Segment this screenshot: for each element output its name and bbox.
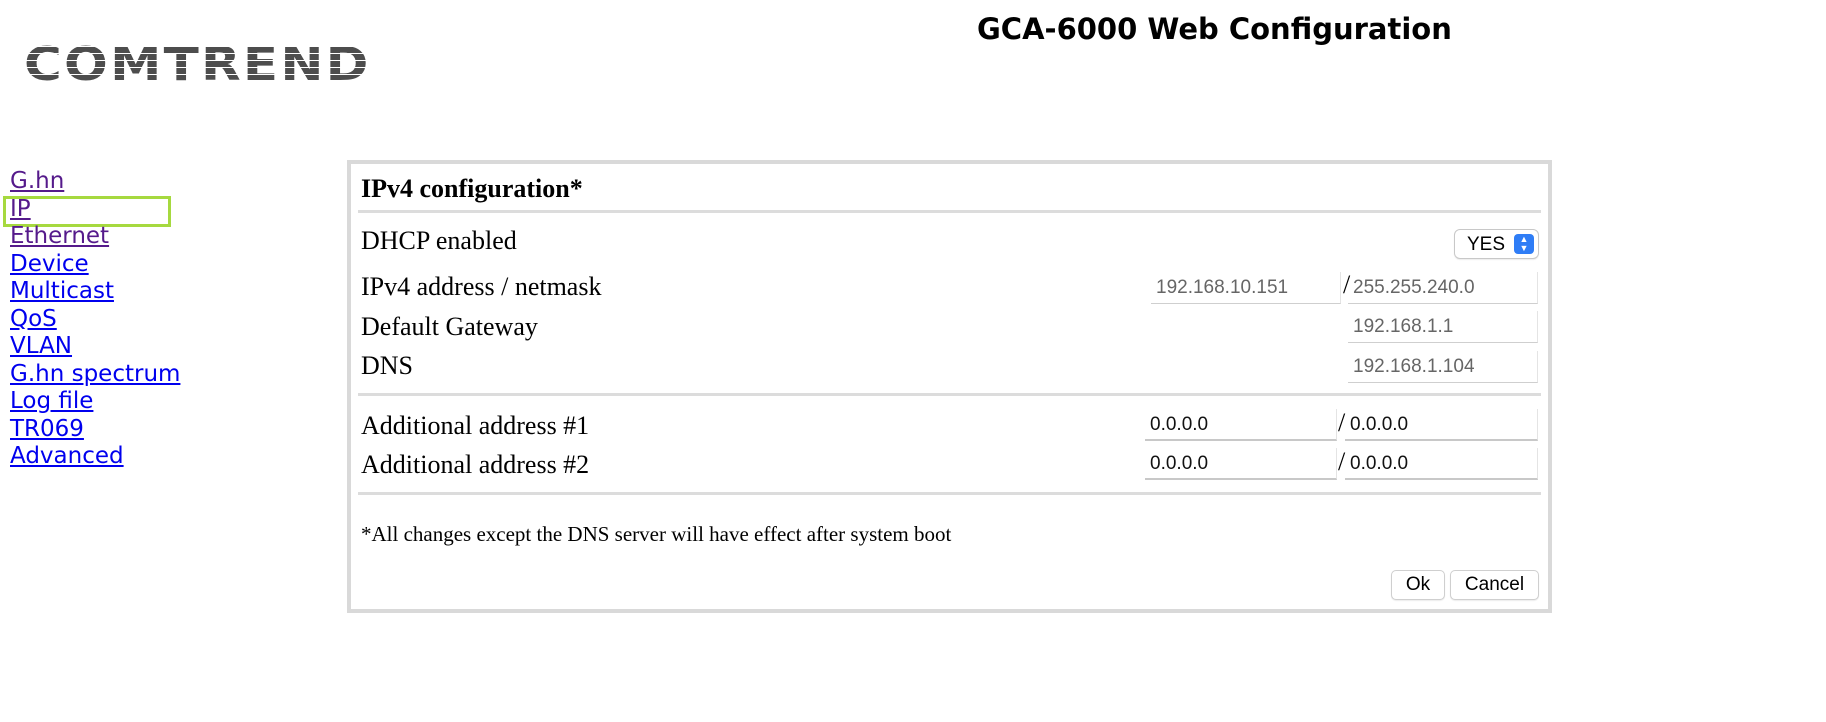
sidebar-nav: G.hn IP Ethernet Device Multicast QoS VL…: [10, 168, 180, 471]
additional-address-1-label: Additional address #1: [361, 411, 590, 440]
dhcp-select[interactable]: YES ▲ ▼: [1454, 229, 1539, 259]
sidebar-item-device[interactable]: Device: [10, 251, 180, 279]
additional-address-2-label: Additional address #2: [361, 450, 590, 479]
dns-field[interactable]: 192.168.1.104: [1348, 351, 1538, 383]
additional-netmask-1-field[interactable]: 0.0.0.0: [1345, 409, 1538, 441]
sidebar-item-qos[interactable]: QoS: [10, 306, 180, 334]
additional-address-1-field[interactable]: 0.0.0.0: [1145, 409, 1337, 441]
additional-netmask-2-field[interactable]: 0.0.0.0: [1345, 448, 1538, 480]
gateway-field[interactable]: 192.168.1.1: [1348, 311, 1538, 343]
select-arrows-icon: ▲ ▼: [1514, 234, 1534, 254]
app-title: GCA-6000 Web Configuration: [977, 12, 1452, 46]
ipv4-config-panel: IPv4 configuration* DHCP enabled YES ▲ ▼ …: [347, 160, 1552, 613]
cancel-button[interactable]: Cancel: [1450, 570, 1539, 600]
ok-button[interactable]: Ok: [1391, 570, 1445, 600]
sidebar-item-tr069[interactable]: TR069: [10, 416, 180, 444]
divider: [358, 393, 1541, 396]
panel-title: IPv4 configuration*: [361, 174, 583, 203]
ipv4-netmask-field[interactable]: 255.255.240.0: [1348, 272, 1538, 304]
dns-label: DNS: [361, 351, 414, 380]
sidebar-item-ghn[interactable]: G.hn: [10, 168, 180, 196]
comtrend-logo: COMTREND: [24, 37, 371, 91]
gateway-label: Default Gateway: [361, 312, 538, 341]
sidebar-item-ethernet[interactable]: Ethernet: [10, 223, 180, 251]
sidebar-item-multicast[interactable]: Multicast: [10, 278, 180, 306]
sidebar-item-advanced[interactable]: Advanced: [10, 443, 180, 471]
sidebar-item-ip[interactable]: IP: [10, 196, 180, 224]
sidebar-item-log-file[interactable]: Log file: [10, 388, 180, 416]
reboot-note: *All changes except the DNS server will …: [361, 522, 952, 546]
dhcp-select-value: YES: [1467, 234, 1506, 255]
sidebar-item-ghn-spectrum[interactable]: G.hn spectrum: [10, 361, 180, 389]
additional-address-2-field[interactable]: 0.0.0.0: [1145, 448, 1337, 480]
divider: [358, 492, 1541, 495]
ipv4-address-label: IPv4 address / netmask: [361, 272, 602, 301]
sidebar-item-vlan[interactable]: VLAN: [10, 333, 180, 361]
ipv4-address-field[interactable]: 192.168.10.151: [1151, 272, 1341, 304]
divider: [358, 210, 1541, 213]
dhcp-label: DHCP enabled: [361, 226, 517, 255]
